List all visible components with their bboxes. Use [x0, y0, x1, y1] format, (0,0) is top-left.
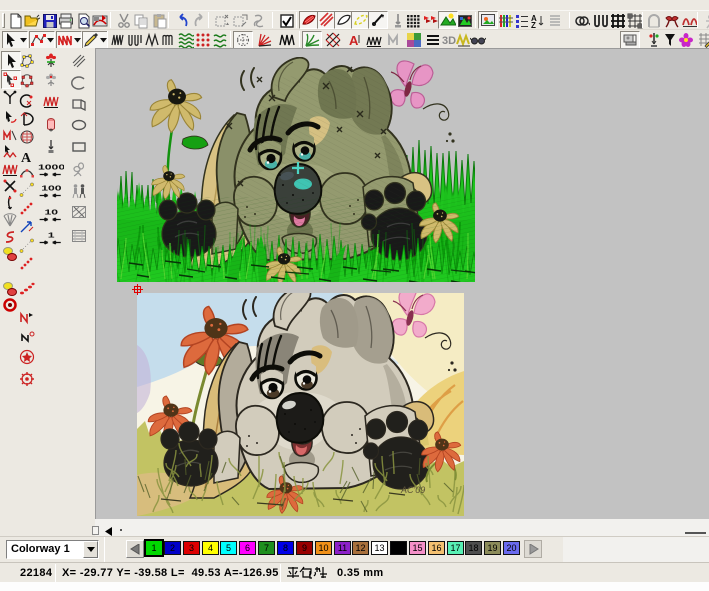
svg-text:100: 100: [41, 185, 62, 193]
svg-text:1: 1: [48, 232, 55, 240]
svg-text:A: A: [21, 151, 32, 164]
svg-text:AC'09: AC'09: [400, 485, 425, 495]
svg-text:1000: 1000: [38, 164, 64, 172]
svg-text:Z: Z: [531, 21, 536, 29]
svg-text:3D: 3D: [442, 35, 456, 47]
svg-text:A: A: [349, 33, 359, 48]
svg-text:10: 10: [45, 209, 59, 217]
